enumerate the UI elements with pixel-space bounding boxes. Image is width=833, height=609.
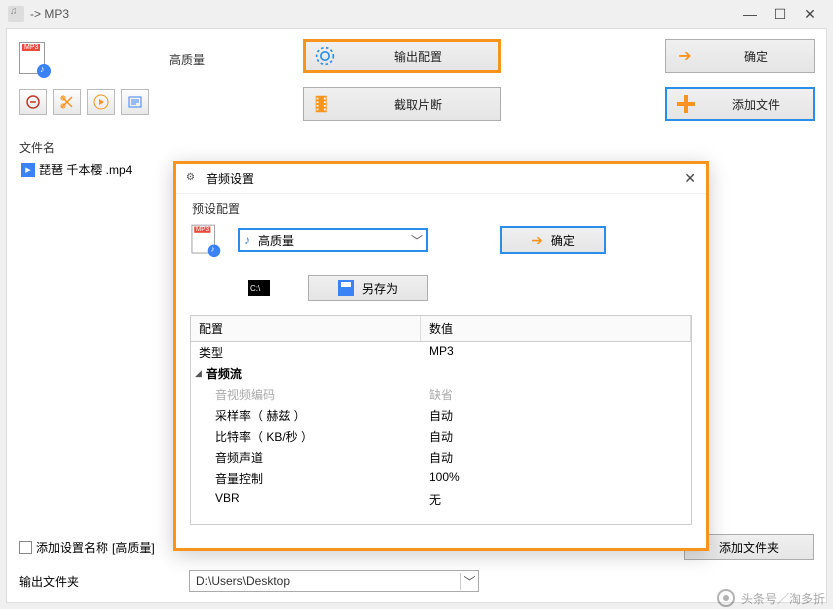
chevron-down-icon: ﹀ (408, 232, 426, 249)
quality-label: 高质量 (169, 51, 205, 68)
config-table: 配置 数值 类型 MP3 ◢ 音频流 音视频编码缺省 采样率（ 赫兹 ）自动 比… (190, 315, 692, 525)
table-row[interactable]: VBR无 (191, 489, 691, 510)
mp3-format-icon (19, 42, 49, 76)
console-icon (248, 280, 270, 296)
file-list: 琵琶 千本樱 .mp4 (19, 159, 169, 180)
toolbar-remove-button[interactable] (19, 89, 47, 115)
output-folder-combo[interactable]: D:\Users\Desktop ﹀ (189, 570, 479, 592)
table-group[interactable]: ◢ 音频流 (191, 363, 691, 384)
output-folder-label: 输出文件夹 (19, 573, 179, 590)
add-folder-label: 添加文件夹 (719, 539, 779, 556)
save-icon (338, 280, 354, 296)
dialog-ok-label: 确定 (551, 232, 575, 249)
save-as-label: 另存为 (362, 280, 398, 297)
gear-icon (314, 45, 336, 67)
dialog-titlebar: ⚙ 音频设置 ✕ (176, 164, 706, 194)
add-setting-checkbox[interactable] (19, 541, 32, 554)
toolbar-play-button[interactable] (87, 89, 115, 115)
main-panel: 高质量 输出配置 ➔ 确定 截取片断 添加文件 文件名 琵琶 千本樱 .mp4 (6, 28, 827, 603)
close-button[interactable]: ✕ (795, 6, 825, 23)
arrow-right-icon: ➔ (674, 45, 696, 67)
add-setting-value: [高质量] (112, 539, 155, 556)
output-folder-row: 输出文件夹 D:\Users\Desktop ﹀ (19, 570, 814, 592)
audio-settings-dialog: ⚙ 音频设置 ✕ 预设配置 ♪ 高质量 ﹀ ➔ 确定 (173, 161, 709, 551)
add-setting-label: 添加设置名称 (36, 539, 108, 556)
minimize-button[interactable]: — (735, 6, 765, 22)
titlebar: -> MP3 — ☐ ✕ (0, 0, 833, 28)
dialog-close-button[interactable]: ✕ (684, 170, 696, 187)
table-row[interactable]: 类型 MP3 (191, 342, 691, 363)
chevron-down-icon: ﹀ (460, 573, 478, 590)
preset-label: 预设配置 (192, 200, 692, 217)
window-title: -> MP3 (30, 7, 69, 21)
maximize-button[interactable]: ☐ (765, 6, 795, 23)
preset-value: 高质量 (250, 232, 408, 249)
app-icon (8, 6, 24, 22)
output-config-label: 输出配置 (346, 48, 490, 65)
table-row[interactable]: 音视频编码缺省 (191, 384, 691, 405)
toolbar (19, 89, 149, 115)
file-name: 琵琶 千本樱 .mp4 (39, 161, 132, 178)
cut-clip-button[interactable]: 截取片断 (303, 87, 501, 121)
table-header: 配置 数值 (191, 316, 691, 342)
ok-label: 确定 (706, 48, 806, 65)
dialog-ok-button[interactable]: ➔ 确定 (500, 226, 606, 254)
table-row[interactable]: 音频声道自动 (191, 447, 691, 468)
table-row[interactable]: 音量控制100% (191, 468, 691, 489)
ok-button[interactable]: ➔ 确定 (665, 39, 815, 73)
file-item[interactable]: 琵琶 千本樱 .mp4 (19, 159, 169, 180)
output-folder-value: D:\Users\Desktop (190, 574, 460, 588)
save-as-button[interactable]: 另存为 (308, 275, 428, 301)
table-row[interactable]: 采样率（ 赫兹 ）自动 (191, 405, 691, 426)
collapse-icon: ◢ (195, 368, 202, 379)
arrow-right-icon: ➔ (531, 232, 543, 249)
plus-icon (675, 93, 697, 115)
preset-combo[interactable]: ♪ 高质量 ﹀ (238, 228, 428, 252)
film-icon (312, 93, 334, 115)
col-config: 配置 (191, 316, 421, 341)
music-note-icon: ♪ (240, 233, 250, 247)
table-row[interactable]: 比特率（ KB/秒 ）自动 (191, 426, 691, 447)
filelist-header: 文件名 (19, 139, 55, 156)
video-file-icon (21, 163, 35, 177)
col-value: 数值 (421, 316, 691, 341)
group-name: 音频流 (206, 365, 242, 382)
mp3-format-icon (192, 225, 219, 256)
dialog-title: 音频设置 (206, 170, 254, 187)
toolbar-cut-button[interactable] (53, 89, 81, 115)
output-config-button[interactable]: 输出配置 (303, 39, 501, 73)
settings-icon: ⚙ (186, 172, 200, 186)
add-file-button[interactable]: 添加文件 (665, 87, 815, 121)
cut-clip-label: 截取片断 (344, 96, 492, 113)
toolbar-info-button[interactable] (121, 89, 149, 115)
add-file-label: 添加文件 (707, 96, 805, 113)
